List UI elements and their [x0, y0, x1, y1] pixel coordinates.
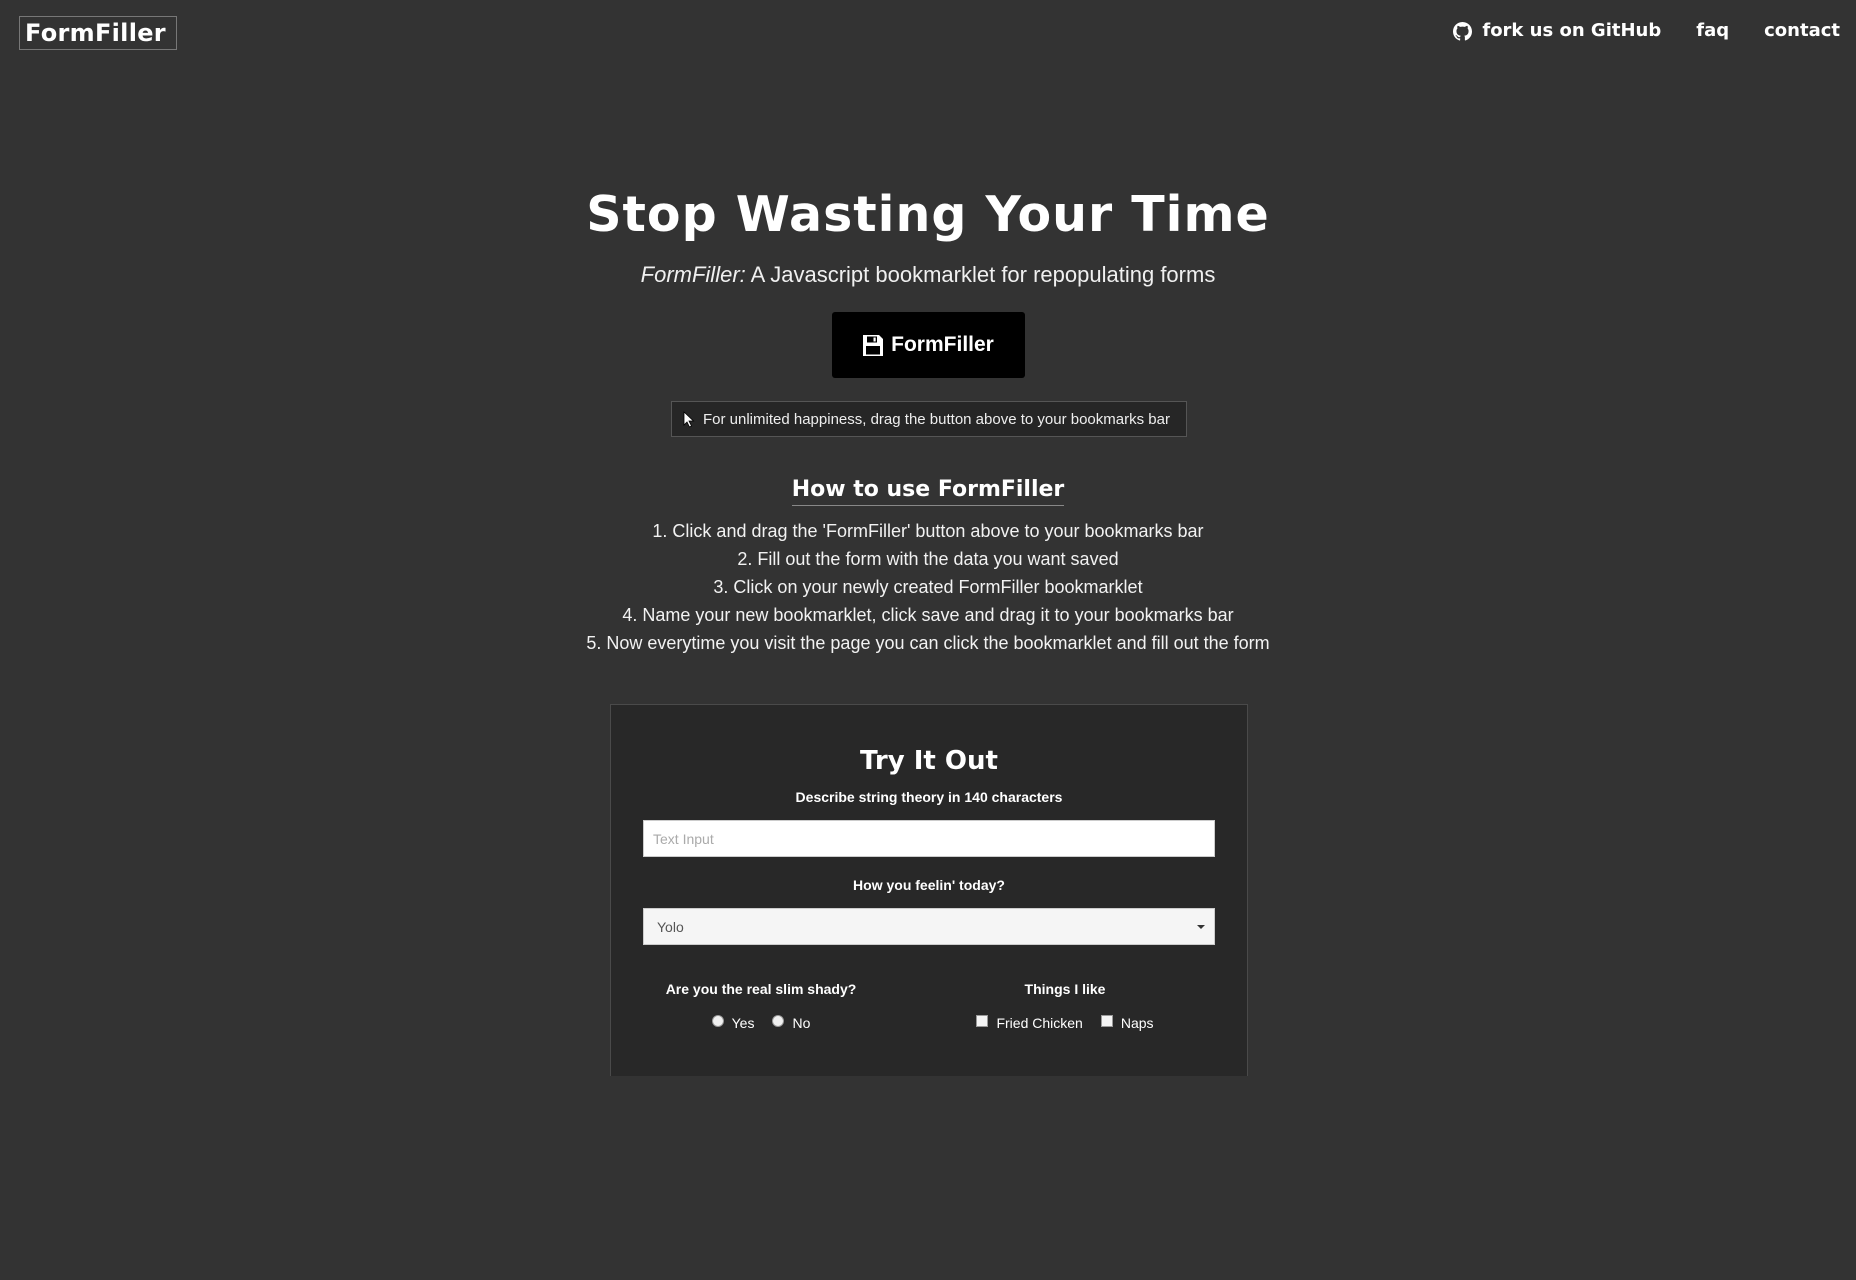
radio-button[interactable]	[711, 1015, 724, 1027]
list-item: 2. Fill out the form with the data you w…	[737, 549, 1119, 569]
things-i-like-checkbox-group: Things I like Fried Chicken Naps	[915, 979, 1215, 1032]
faq-link[interactable]: faq	[1696, 18, 1729, 44]
howto-steps-list: 1. Click and drag the 'FormFiller' butto…	[0, 517, 1856, 657]
page-subtitle: FormFiller: A Javascript bookmarklet for…	[0, 260, 1856, 290]
checkbox-option-fried-chicken[interactable]: Fried Chicken	[976, 1014, 1083, 1032]
github-icon	[1453, 21, 1473, 41]
try-it-out-panel: Try It Out Describe string theory in 140…	[610, 704, 1248, 1076]
github-link[interactable]: fork us on GitHub	[1453, 18, 1661, 44]
checkbox-group-label: Things I like	[1024, 981, 1106, 997]
string-theory-input[interactable]	[643, 820, 1215, 857]
radio-option-label: Yes	[731, 1015, 755, 1031]
page-title: Stop Wasting Your Time	[586, 186, 1270, 243]
contact-link[interactable]: contact	[1764, 18, 1840, 44]
mouse-pointer-icon	[683, 410, 695, 428]
top-nav: fork us on GitHub faq contact	[1453, 18, 1840, 44]
checkbox[interactable]	[1100, 1015, 1113, 1027]
radio-option-label: No	[792, 1015, 811, 1031]
checkbox-option-naps[interactable]: Naps	[1100, 1014, 1154, 1032]
list-item: 4. Name your new bookmarklet, click save…	[622, 605, 1234, 625]
formfiller-bookmarklet-button[interactable]: FormFiller	[832, 312, 1025, 378]
radio-group-label: Are you the real slim shady?	[665, 981, 857, 997]
subtitle-app-name: FormFiller:	[640, 262, 746, 287]
site-logo[interactable]: FormFiller	[19, 16, 177, 50]
text-input-label: Describe string theory in 140 characters	[795, 789, 1063, 805]
list-item: 1. Click and drag the 'FormFiller' butto…	[652, 521, 1204, 541]
checkbox-option-label: Naps	[1120, 1015, 1154, 1031]
bookmarklet-button-label: FormFiller	[891, 333, 994, 356]
feeling-select-value: Yolo	[657, 918, 684, 935]
drag-hint: For unlimited happiness, drag the button…	[671, 401, 1187, 437]
radio-button[interactable]	[772, 1015, 785, 1027]
list-item: 5. Now everytime you visit the page you …	[586, 633, 1270, 653]
checkbox[interactable]	[976, 1015, 989, 1027]
radio-option-no[interactable]: No	[772, 1014, 810, 1032]
slim-shady-radio-group: Are you the real slim shady? Yes No	[611, 979, 911, 1032]
try-it-out-title: Try It Out	[860, 746, 998, 776]
site-header: FormFiller fork us on GitHub faq contact	[0, 0, 1856, 66]
howto-title: How to use FormFiller	[791, 477, 1065, 506]
github-link-label: fork us on GitHub	[1482, 20, 1662, 41]
floppy-disk-icon	[863, 334, 884, 356]
caret-down-icon	[1197, 925, 1205, 929]
radio-option-yes[interactable]: Yes	[711, 1014, 755, 1032]
howto-heading: How to use FormFiller	[0, 474, 1856, 506]
drag-hint-text: For unlimited happiness, drag the button…	[703, 410, 1170, 428]
select-label: How you feelin' today?	[853, 877, 1005, 893]
subtitle-description: A Javascript bookmarklet for repopulatin…	[745, 262, 1216, 287]
hero-section: Stop Wasting Your Time FormFiller: A Jav…	[0, 180, 1856, 290]
list-item: 3. Click on your newly created FormFille…	[713, 577, 1143, 597]
feeling-select[interactable]: Yolo	[643, 908, 1215, 945]
checkbox-option-label: Fried Chicken	[996, 1015, 1083, 1031]
